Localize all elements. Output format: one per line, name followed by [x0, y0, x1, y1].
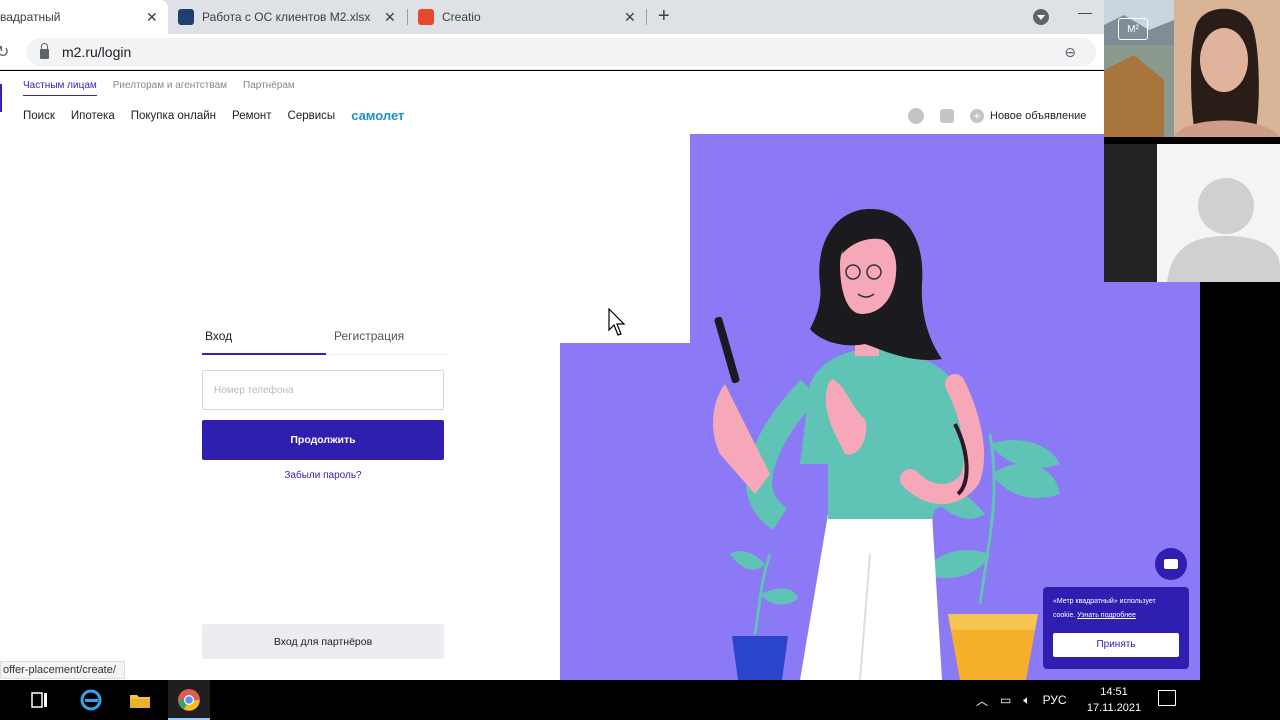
close-tab-icon[interactable]: ✕ [624, 9, 636, 26]
new-ad-label: Новое объявление [990, 110, 1087, 122]
segment-private[interactable]: Частным лицам [23, 80, 97, 96]
clock-time: 14:51 [1100, 686, 1128, 698]
network-icon[interactable]: ▭ [1000, 693, 1011, 707]
browser-tab-bar: вадратный ✕ Работа с ОС клиентов M2.xlsx… [0, 0, 1104, 34]
cookie-more-link[interactable]: Узнать подробнее [1077, 612, 1136, 619]
status-url: offer-placement/create/ [0, 661, 125, 679]
minimize-icon[interactable]: — [1078, 4, 1092, 20]
nav-buy-online[interactable]: Покупка онлайн [131, 110, 216, 122]
new-ad-button[interactable]: + Новое объявление [970, 109, 1086, 123]
active-indicator [0, 84, 2, 112]
tab-title: Creatio [442, 10, 481, 24]
avatar-icon [1167, 178, 1280, 282]
auth-tabs: Вход Регистрация [202, 327, 448, 355]
m2-logo: M² [1118, 18, 1148, 40]
active-tab-underline [202, 353, 326, 355]
internet-explorer-icon[interactable] [79, 688, 103, 712]
chat-button[interactable] [1155, 548, 1187, 580]
clock[interactable]: 14:51 17.11.2021 [1084, 684, 1144, 716]
header-actions: + Новое объявление [908, 108, 1086, 124]
url-text[interactable]: m2.ru/login [62, 44, 131, 60]
tab-divider [407, 9, 408, 25]
participant-video: M² [1104, 0, 1280, 137]
continue-button[interactable]: Продолжить [202, 420, 444, 460]
main-nav: Поиск Ипотека Покупка онлайн Ремонт Серв… [23, 108, 404, 123]
chrome-active-indicator [168, 680, 210, 720]
favorites-icon[interactable] [908, 108, 924, 124]
volume-icon[interactable]: 🔈︎ [1023, 693, 1030, 708]
cookie-accept-button[interactable]: Принять [1053, 633, 1179, 657]
tab-title: Работа с ОС клиентов M2.xlsx - [202, 10, 374, 24]
tab-search-icon[interactable] [1033, 9, 1049, 25]
tab-register[interactable]: Регистрация [334, 329, 404, 343]
system-tray: ︿ ▭ 🔈︎ РУС [976, 680, 1067, 720]
windows-taskbar: ︿ ▭ 🔈︎ РУС 14:51 17.11.2021 [0, 680, 1280, 720]
nav-mortgage[interactable]: Ипотека [71, 110, 115, 122]
compare-icon[interactable] [940, 109, 954, 123]
zoom-icon[interactable]: ⊖ [1064, 44, 1076, 61]
segment-realtors[interactable]: Риелторам и агентствам [113, 80, 227, 96]
drive-icon [178, 9, 194, 25]
tab-divider [646, 9, 647, 25]
mouse-cursor-icon [608, 308, 626, 336]
tab-creatio[interactable]: Creatio ✕ [410, 0, 646, 34]
input-language[interactable]: РУС [1043, 693, 1067, 707]
show-hidden-icons-icon[interactable]: ︿ [976, 692, 988, 709]
woman-illustration [713, 209, 1060, 680]
clock-date: 17.11.2021 [1086, 702, 1142, 714]
partner-login-button[interactable]: Вход для партнёров [202, 624, 444, 659]
close-tab-icon[interactable]: ✕ [384, 9, 396, 26]
cookie-banner: «Метр квадратный» использует cookie. Узн… [1043, 587, 1189, 669]
close-tab-icon[interactable]: ✕ [146, 9, 158, 26]
samolet-logo[interactable]: самолет [351, 108, 404, 123]
participant-placeholder [1104, 144, 1280, 282]
tab-m2[interactable]: вадратный ✕ [0, 0, 168, 34]
creatio-icon [418, 9, 434, 25]
plus-icon: + [970, 109, 984, 123]
chat-icon [1164, 559, 1178, 569]
tab-login[interactable]: Вход [205, 329, 232, 343]
reload-icon[interactable]: ↻ [0, 42, 9, 62]
nav-search[interactable]: Поиск [23, 110, 55, 122]
new-tab-icon[interactable]: + [658, 5, 670, 28]
tab-title: вадратный [0, 10, 61, 24]
file-explorer-icon[interactable] [128, 688, 152, 712]
forgot-password-link[interactable]: Забыли пароль? [202, 470, 444, 481]
segment-nav: Частным лицам Риелторам и агентствам Пар… [23, 80, 295, 96]
nav-services[interactable]: Сервисы [288, 110, 336, 122]
phone-input[interactable]: Номер телефона [202, 370, 444, 410]
placeholder-background [1157, 144, 1280, 282]
segment-partners[interactable]: Партнёрам [243, 80, 295, 96]
nav-repair[interactable]: Ремонт [232, 110, 271, 122]
tab-excel[interactable]: Работа с ОС клиентов M2.xlsx - ✕ [170, 0, 406, 34]
address-bar: ↻ m2.ru/login ⊖ [0, 34, 1104, 70]
lock-icon [40, 42, 49, 59]
notifications-icon[interactable] [1158, 690, 1176, 706]
omnibox[interactable]: m2.ru/login ⊖ [26, 38, 1096, 66]
webpage: Частным лицам Риелторам и агентствам Пар… [0, 71, 1104, 680]
task-view-icon[interactable] [28, 688, 52, 712]
